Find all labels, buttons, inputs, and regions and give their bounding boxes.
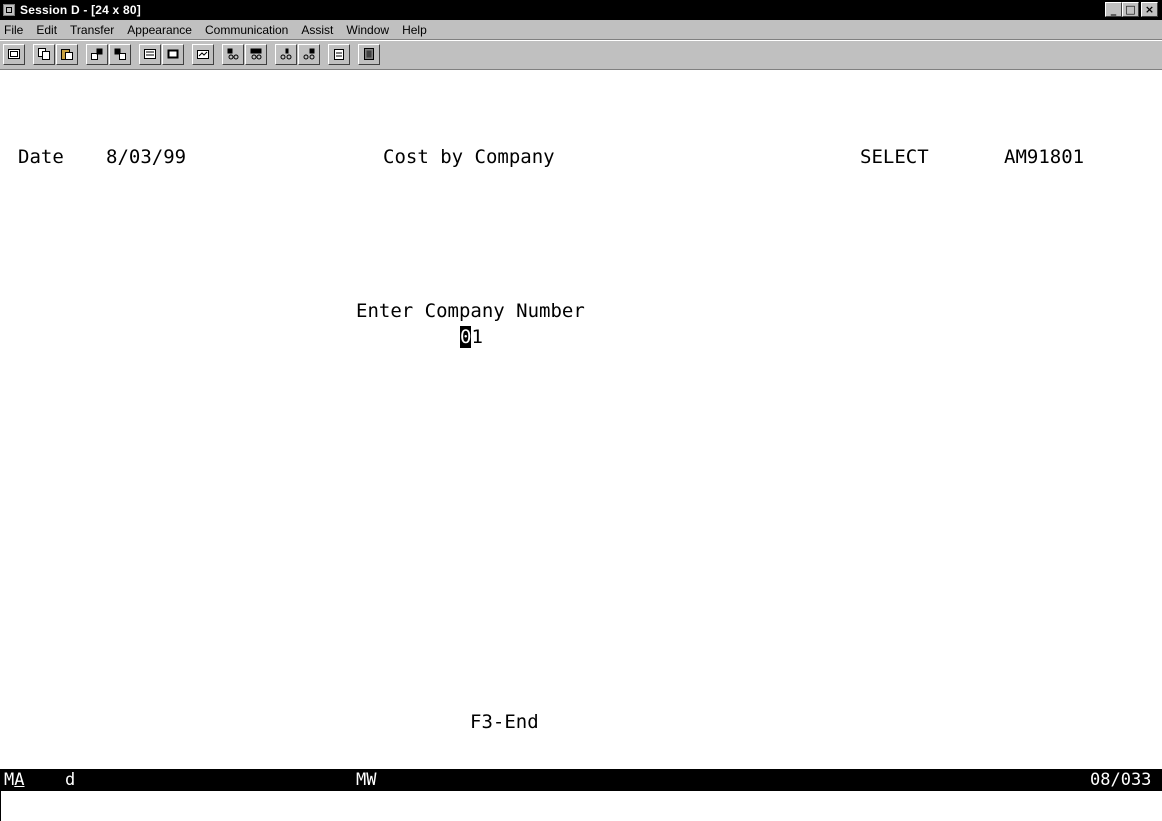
- window-title: Session D - [24 x 80]: [20, 3, 141, 17]
- menu-window[interactable]: Window: [340, 23, 396, 37]
- date-label: Date: [18, 146, 64, 168]
- mode-label: SELECT: [860, 146, 929, 168]
- minimize-button[interactable]: _: [1105, 2, 1122, 17]
- text-cursor: 0: [460, 326, 472, 348]
- program-id: AM91801: [1004, 146, 1085, 168]
- menu-assist[interactable]: Assist: [295, 23, 340, 37]
- toolbar: [0, 40, 1162, 70]
- menu-appearance[interactable]: Appearance: [121, 23, 199, 37]
- terminal-screen[interactable]: Date 8/03/99 Cost by Company SELECT AM91…: [0, 71, 1162, 769]
- keypad-icon: [144, 49, 156, 59]
- exit-button[interactable]: [358, 44, 380, 65]
- print-screen-button[interactable]: [3, 44, 25, 65]
- display-icon: [167, 49, 179, 59]
- company-number-prompt: Enter Company Number: [356, 300, 585, 322]
- system-menu-icon[interactable]: [3, 4, 15, 16]
- date-value: 8/03/99: [106, 146, 187, 168]
- clipboard-icon: [334, 49, 344, 60]
- stop-record-icon: [303, 48, 315, 60]
- play-macro-icon: [250, 48, 262, 60]
- cursor-position: 08/033: [1090, 770, 1152, 790]
- send-file-button[interactable]: [86, 44, 108, 65]
- keypad-button[interactable]: [139, 44, 161, 65]
- screen-title: Cost by Company: [383, 146, 555, 168]
- menu-edit[interactable]: Edit: [30, 23, 64, 37]
- start-record-button[interactable]: [275, 44, 297, 65]
- session-indicator: d: [65, 770, 76, 790]
- stop-record-button[interactable]: [298, 44, 320, 65]
- company-number-value: 1: [471, 326, 483, 348]
- clipboard-button[interactable]: [328, 44, 350, 65]
- menu-file[interactable]: File: [0, 23, 30, 37]
- print-screen-icon: [8, 49, 20, 59]
- play-macro-button[interactable]: [245, 44, 267, 65]
- window-controls: _ □ ×: [1105, 2, 1158, 18]
- paste-button[interactable]: [56, 44, 78, 65]
- record-macro-button[interactable]: [222, 44, 244, 65]
- status-bar: MA d MW 08/033: [0, 769, 1162, 791]
- record-macro-icon: [227, 48, 239, 60]
- send-file-icon: [91, 48, 103, 60]
- menu-help[interactable]: Help: [396, 23, 434, 37]
- close-button[interactable]: ×: [1141, 2, 1158, 17]
- paste-icon: [61, 49, 73, 60]
- copy-button[interactable]: [33, 44, 55, 65]
- start-record-icon: [280, 48, 292, 60]
- title-bar: Session D - [24 x 80] _ □ ×: [0, 0, 1162, 20]
- maximize-button[interactable]: □: [1122, 2, 1139, 17]
- receive-file-icon: [114, 48, 126, 60]
- connection-indicator: MA: [4, 769, 25, 791]
- exit-icon: [364, 48, 374, 60]
- menu-transfer[interactable]: Transfer: [64, 23, 121, 37]
- menu-communication[interactable]: Communication: [199, 23, 295, 37]
- receive-file-button[interactable]: [109, 44, 131, 65]
- window-bottom-area: [0, 791, 1162, 821]
- macro-icon: [197, 50, 209, 59]
- display-button[interactable]: [162, 44, 184, 65]
- company-number-field[interactable]: 01: [460, 326, 483, 348]
- menu-bar: File Edit Transfer Appearance Communicat…: [0, 20, 1162, 40]
- macro-button[interactable]: [192, 44, 214, 65]
- ma-letter-a: A: [14, 770, 25, 790]
- copy-icon: [38, 48, 50, 60]
- function-key-hint: F3-End: [470, 711, 539, 733]
- ma-letter-m: M: [4, 770, 15, 790]
- mw-indicator: MW: [356, 770, 377, 790]
